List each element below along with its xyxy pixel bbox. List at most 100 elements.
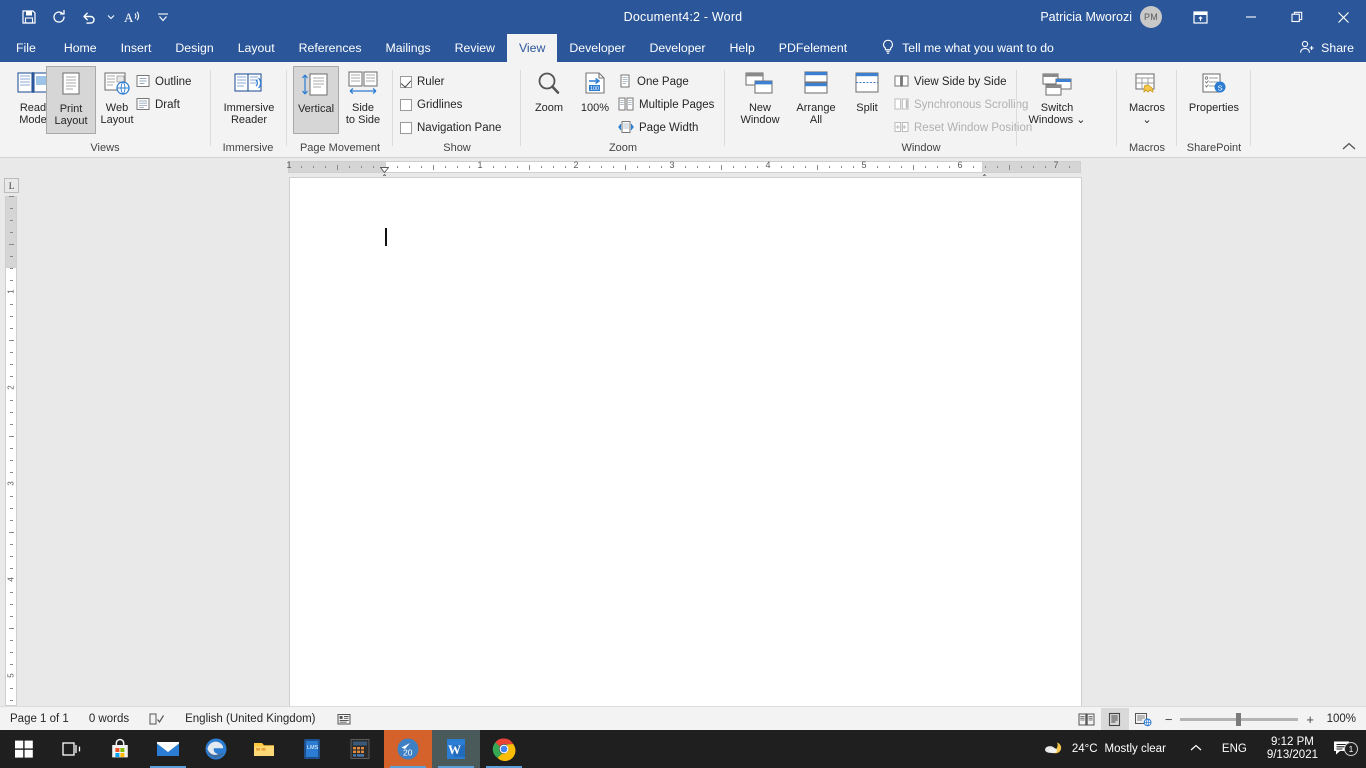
close-icon[interactable] <box>1320 0 1366 34</box>
tab-developer-2[interactable]: Developer <box>637 34 717 62</box>
first-line-indent-marker[interactable] <box>380 160 389 166</box>
word-count[interactable]: 0 words <box>79 707 139 731</box>
tab-references[interactable]: References <box>287 34 374 62</box>
view-side-by-side-button[interactable]: View Side by Side <box>894 72 1006 92</box>
multiple-pages-icon <box>618 97 634 114</box>
tab-developer-1[interactable]: Developer <box>557 34 637 62</box>
show-hidden-icons-button[interactable] <box>1180 743 1212 755</box>
vertical-ruler[interactable]: L 12345 <box>0 176 22 706</box>
start-button[interactable] <box>0 730 48 768</box>
undo-icon[interactable] <box>74 3 104 31</box>
group-separator <box>286 70 287 146</box>
calculator-app-icon[interactable] <box>336 730 384 768</box>
outline-button[interactable]: Outline <box>136 72 191 92</box>
proofing-errors-icon[interactable] <box>139 707 175 731</box>
accessibility-checker-icon[interactable] <box>326 707 362 731</box>
new-window-button[interactable]: NewWindow <box>732 66 788 134</box>
print-layout-button[interactable]: PrintLayout <box>46 66 96 134</box>
share-button[interactable]: Share <box>1299 34 1354 62</box>
left-indent-marker[interactable] <box>380 173 389 176</box>
microsoft-edge-icon[interactable] <box>192 730 240 768</box>
tab-review[interactable]: Review <box>443 34 507 62</box>
file-explorer-icon[interactable] <box>240 730 288 768</box>
navigation-pane-checkbox[interactable]: Navigation Pane <box>400 118 501 138</box>
word-app-icon[interactable]: W <box>432 730 480 768</box>
tab-insert[interactable]: Insert <box>109 34 164 62</box>
notifications-button[interactable]: 1 <box>1328 739 1366 760</box>
multiple-pages-button[interactable]: Multiple Pages <box>618 95 714 115</box>
switch-windows-label-1: Switch <box>1041 102 1073 114</box>
zoom-slider-thumb[interactable] <box>1236 713 1241 726</box>
draft-button[interactable]: Draft <box>136 95 180 115</box>
tab-stop-selector[interactable]: L <box>4 178 19 193</box>
chevron-down-icon[interactable]: ⌄ <box>1073 114 1085 126</box>
chevron-down-icon[interactable]: ⌄ <box>1142 114 1151 126</box>
gridlines-checkbox-box <box>400 99 412 111</box>
page-width-button[interactable]: Page Width <box>618 118 698 138</box>
undo-dropdown-icon[interactable] <box>104 3 118 31</box>
zoom-button[interactable]: Zoom <box>526 66 572 134</box>
navigation-pane-checkbox-box <box>400 122 412 134</box>
switch-windows-icon <box>1041 66 1073 98</box>
minimize-icon[interactable] <box>1228 0 1274 34</box>
document-page[interactable] <box>290 178 1081 706</box>
microsoft-store-icon[interactable] <box>96 730 144 768</box>
right-indent-marker[interactable] <box>980 167 989 173</box>
tab-home[interactable]: Home <box>52 34 109 62</box>
read-mode-view-button[interactable] <box>1073 708 1101 730</box>
weather-widget[interactable]: 24°C Mostly clear <box>1043 739 1180 760</box>
zoom-level-label[interactable]: 100% <box>1322 713 1366 725</box>
language-indicator-tray[interactable]: ENG <box>1212 743 1257 755</box>
zoom-20-app-icon[interactable]: 20 <box>384 730 432 768</box>
tab-file[interactable]: File <box>0 34 52 62</box>
restore-icon[interactable] <box>1274 0 1320 34</box>
ruler-checkbox[interactable]: Ruler <box>400 72 444 92</box>
vertical-button[interactable]: Vertical <box>293 66 339 134</box>
macros-icon <box>1132 66 1162 98</box>
save-icon[interactable] <box>14 3 44 31</box>
arrange-all-button[interactable]: ArrangeAll <box>788 66 844 134</box>
side-to-side-label-2: to Side <box>346 114 380 126</box>
tab-view[interactable]: View <box>507 34 557 62</box>
switch-windows-button[interactable]: SwitchWindows ⌄ <box>1024 66 1090 134</box>
tab-help[interactable]: Help <box>718 34 767 62</box>
zoom-out-button[interactable]: − <box>1165 712 1173 727</box>
horizontal-ruler[interactable]: 1 1 2 3 4 5 6 7 <box>0 158 1366 176</box>
properties-button[interactable]: S Properties <box>1181 66 1247 134</box>
google-chrome-icon[interactable] <box>480 730 528 768</box>
side-to-side-button[interactable]: Sideto Side <box>338 66 388 134</box>
tab-mailings[interactable]: Mailings <box>374 34 443 62</box>
zoom-in-button[interactable]: + <box>1306 712 1314 727</box>
avatar[interactable]: PM <box>1140 6 1162 28</box>
language-indicator[interactable]: English (United Kingdom) <box>175 707 325 731</box>
text-cursor <box>385 228 387 246</box>
tab-pdfelement[interactable]: PDFelement <box>767 34 859 62</box>
lms-app-icon[interactable]: LMS <box>288 730 336 768</box>
gridlines-checkbox[interactable]: Gridlines <box>400 95 462 115</box>
customize-quick-access-icon[interactable] <box>148 3 178 31</box>
mail-icon[interactable] <box>144 730 192 768</box>
print-layout-view-button[interactable] <box>1101 708 1129 730</box>
collapse-ribbon-icon[interactable] <box>1342 140 1356 154</box>
clock[interactable]: 9:12 PM 9/13/2021 <box>1257 736 1328 762</box>
repeat-icon[interactable] <box>44 3 74 31</box>
zoom-slider-track[interactable] <box>1180 718 1298 721</box>
tell-me-search[interactable]: Tell me what you want to do <box>881 34 1054 62</box>
macros-button[interactable]: Macros⌄ <box>1120 66 1174 134</box>
ribbon-display-options-icon[interactable] <box>1180 0 1220 34</box>
tab-design[interactable]: Design <box>163 34 225 62</box>
read-aloud-icon[interactable]: A <box>118 3 148 31</box>
web-layout-view-button[interactable] <box>1129 708 1157 730</box>
immersive-reader-button[interactable]: ImmersiveReader <box>220 66 278 134</box>
word-count-label: 0 words <box>89 713 129 725</box>
zoom-100-button[interactable]: 100 100% <box>572 66 618 134</box>
tab-layout[interactable]: Layout <box>226 34 287 62</box>
account-name[interactable]: Patricia Mworozi <box>1040 10 1132 24</box>
one-page-button[interactable]: One Page <box>618 72 689 92</box>
ribbon: ReadMode PrintLayout WebLayout Outline D… <box>0 62 1366 158</box>
split-button[interactable]: Split <box>844 66 890 134</box>
page-count[interactable]: Page 1 of 1 <box>0 707 79 731</box>
zoom-slider[interactable]: − + <box>1165 712 1314 727</box>
ruler-checkbox-box <box>400 76 412 88</box>
task-view-button[interactable] <box>48 730 96 768</box>
